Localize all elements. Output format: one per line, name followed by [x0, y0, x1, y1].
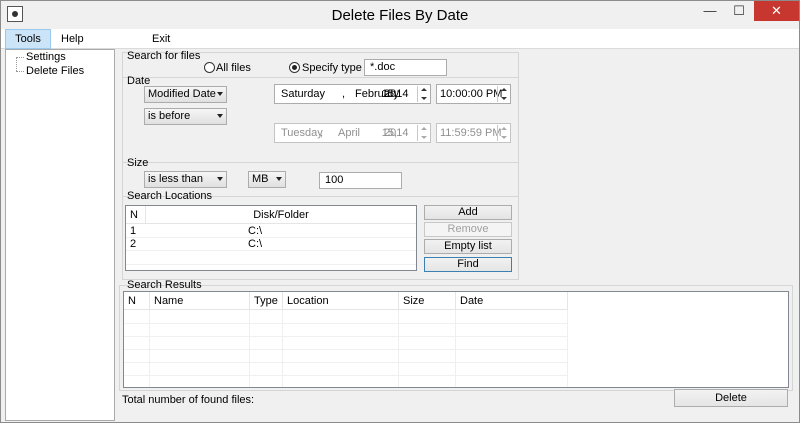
search-for-files-label: Search for files: [127, 50, 201, 62]
size-unit-select[interactable]: MB: [248, 171, 286, 188]
delete-button[interactable]: Delete: [674, 389, 788, 407]
date-to-month: April: [338, 127, 361, 139]
grid-line: [126, 264, 416, 265]
results-table: N Name Type Location Size Date: [123, 291, 789, 388]
chevron-down-icon: [217, 92, 223, 96]
results-col-size: Size: [399, 292, 456, 310]
window-title: Delete Files By Date: [331, 7, 469, 24]
file-type-input[interactable]: *.doc: [364, 59, 447, 76]
date-picker-from[interactable]: Saturday , February 15, 2014: [274, 84, 431, 104]
location-path: C:\: [248, 238, 263, 250]
size-label: Size: [127, 157, 149, 169]
size-unit-value: MB: [252, 173, 269, 185]
date-to-separator: ,: [320, 127, 324, 139]
table-row[interactable]: 2 C:\: [126, 238, 416, 251]
navigation-tree: Settings Delete Files: [5, 49, 115, 421]
tree-item-settings[interactable]: Settings: [26, 51, 66, 63]
menu-tools[interactable]: Tools: [5, 29, 51, 49]
location-path: C:\: [248, 225, 263, 237]
date-from-separator: ,: [342, 88, 346, 100]
size-condition-value: is less than: [148, 173, 204, 185]
add-location-button[interactable]: Add: [424, 205, 512, 220]
close-button[interactable]: ✕: [754, 1, 799, 21]
results-col-name: Name: [150, 292, 250, 310]
date-from-spinner[interactable]: [417, 86, 429, 102]
menu-bar: Tools Help Exit: [1, 29, 799, 49]
locations-col-path: Disk/Folder: [146, 206, 416, 224]
grid-line: [124, 349, 567, 350]
chevron-down-icon: [276, 177, 282, 181]
chevron-down-icon: [217, 177, 223, 181]
app-window: Delete Files By Date — ☐ ✕ Tools Help Ex…: [0, 0, 800, 423]
maximize-button[interactable]: ☐: [725, 1, 753, 21]
date-field-value: Modified Date: [148, 88, 216, 100]
divider: [123, 162, 518, 163]
menu-exit[interactable]: Exit: [144, 29, 178, 49]
tree-line: [16, 57, 17, 71]
tree-item-delete-files[interactable]: Delete Files: [26, 65, 84, 77]
date-picker-to[interactable]: Tuesday , April 15, 2014: [274, 123, 431, 143]
date-from-weekday: Saturday: [281, 88, 326, 100]
grid-line: [124, 336, 567, 337]
time-picker-to[interactable]: 11:59:59 PM: [436, 123, 511, 143]
date-from-year: 2014: [384, 88, 409, 100]
table-row[interactable]: 1 C:\: [126, 225, 416, 238]
results-col-n: N: [124, 292, 150, 310]
all-files-radio[interactable]: [204, 62, 215, 73]
all-files-label[interactable]: All files: [216, 62, 251, 74]
location-n: 2: [130, 238, 137, 250]
remove-location-button[interactable]: Remove: [424, 222, 512, 237]
date-to-year: 2014: [384, 127, 409, 139]
location-n: 1: [130, 225, 137, 237]
grid-line: [567, 310, 568, 387]
date-to-weekday: Tuesday: [281, 127, 323, 139]
minimize-button[interactable]: —: [696, 1, 724, 21]
tree-branch: [16, 71, 24, 72]
locations-table: N Disk/Folder 1 C:\ 2 C:\: [125, 205, 417, 271]
search-locations-label: Search Locations: [127, 190, 212, 202]
grid-line: [124, 323, 567, 324]
empty-list-button[interactable]: Empty list: [424, 239, 512, 254]
results-col-type: Type: [250, 292, 283, 310]
results-col-date: Date: [456, 292, 568, 310]
date-to-spinner[interactable]: [417, 125, 429, 141]
title-bar: Delete Files By Date — ☐ ✕: [1, 1, 799, 29]
size-condition-select[interactable]: is less than: [144, 171, 227, 188]
locations-col-n: N: [126, 206, 146, 224]
results-col-location: Location: [283, 292, 399, 310]
date-condition-value: is before: [148, 110, 191, 122]
divider: [123, 77, 518, 78]
time-from-value: 10:00:00 PM: [440, 88, 503, 100]
find-button[interactable]: Find: [424, 257, 512, 272]
specify-type-label[interactable]: Specify type: [302, 62, 362, 74]
tree-branch: [16, 57, 24, 58]
size-value-input[interactable]: 100: [319, 172, 402, 189]
time-from-spinner[interactable]: [497, 86, 509, 102]
date-condition-select[interactable]: is before: [144, 108, 227, 125]
time-picker-from[interactable]: 10:00:00 PM: [436, 84, 511, 104]
chevron-down-icon: [217, 114, 223, 118]
time-to-value: 11:59:59 PM: [440, 127, 502, 139]
time-to-spinner[interactable]: [497, 125, 509, 141]
specify-type-radio[interactable]: [289, 62, 300, 73]
grid-line: [124, 375, 567, 376]
date-field-select[interactable]: Modified Date: [144, 86, 227, 103]
grid-line: [124, 362, 567, 363]
total-found-label: Total number of found files:: [122, 394, 255, 406]
search-results-label: Search Results: [127, 279, 202, 291]
menu-help[interactable]: Help: [53, 29, 92, 49]
